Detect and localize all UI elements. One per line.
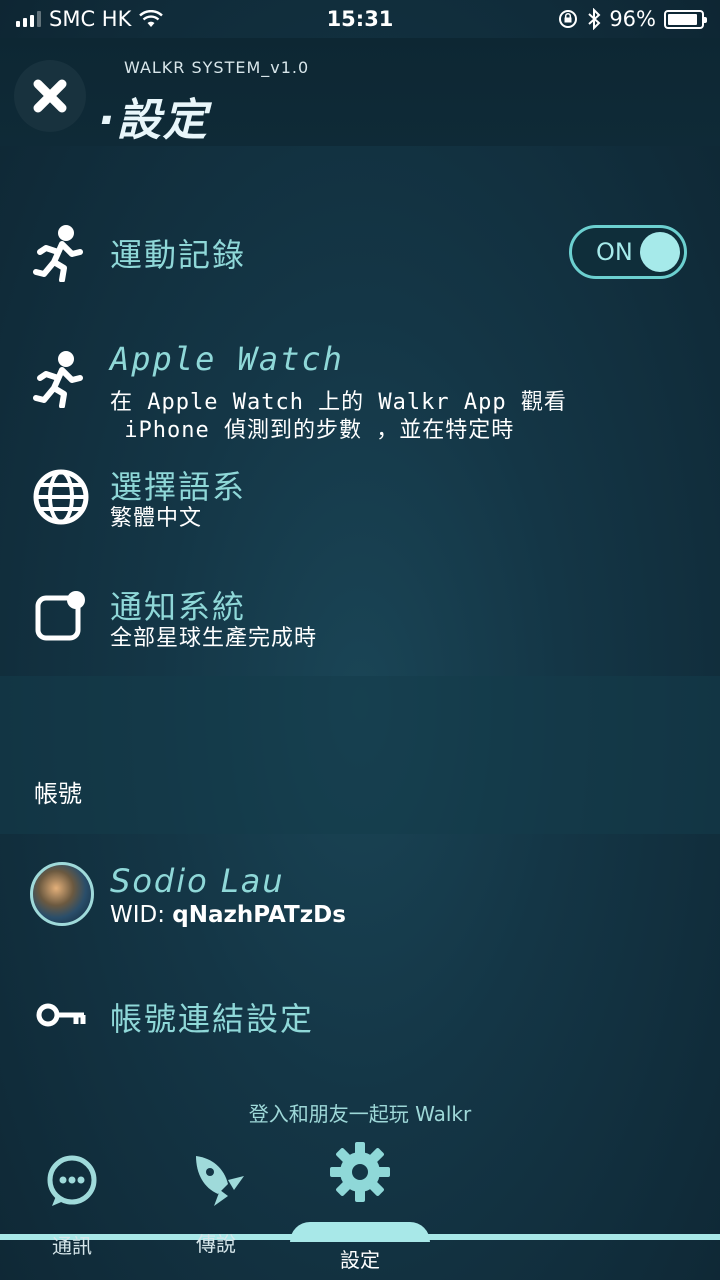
runner-icon xyxy=(33,225,83,282)
login-prompt[interactable]: 登入和朋友一起玩 Walkr xyxy=(0,1098,720,1127)
battery-icon xyxy=(664,9,707,29)
carrier-name: SMC HK xyxy=(49,7,132,31)
avatar[interactable] xyxy=(30,862,94,926)
tab-legends-label: 傳說 xyxy=(196,1232,236,1256)
battery-percent: 96% xyxy=(609,7,656,31)
notification-icon xyxy=(35,591,85,641)
rocket-icon xyxy=(196,1156,244,1206)
toggle-knob xyxy=(640,232,680,272)
close-icon xyxy=(33,79,67,113)
globe-icon xyxy=(33,469,89,525)
tab-legends[interactable]: 傳說 xyxy=(178,1140,254,1257)
page-header: WALKR SYSTEM_v1.0 ·設定 xyxy=(0,38,720,146)
account-section-title: 帳號 xyxy=(34,780,82,808)
chat-icon xyxy=(47,1155,97,1206)
gear-icon xyxy=(330,1142,390,1202)
orientation-lock-icon xyxy=(559,10,578,28)
settings-row-language[interactable]: 選擇語系 繁體中文 xyxy=(0,460,720,540)
notification-value: 全部星球生產完成時 xyxy=(110,626,318,651)
language-value: 繁體中文 xyxy=(110,506,203,531)
wid-label: WID: xyxy=(110,902,173,928)
status-time: 15:31 xyxy=(326,7,394,31)
close-button[interactable] xyxy=(14,60,86,132)
account-name: Sodio Lau xyxy=(110,862,285,900)
workout-record-label: 運動記錄 xyxy=(110,236,247,274)
settings-row-notification[interactable]: 通知系統 全部星球生產完成時 xyxy=(0,580,720,660)
account-wid: WID: qNazhPATzDs xyxy=(110,902,346,928)
settings-row-apple-watch[interactable]: Apple Watch 在 Apple Watch 上的 Walkr App 觀… xyxy=(0,338,720,448)
tab-settings[interactable]: 設定 xyxy=(320,1140,400,1273)
status-bar: SMC HK 15:31 96% xyxy=(0,0,720,38)
settings-row-account-link[interactable]: 帳號連結設定 xyxy=(0,980,720,1050)
account-link-label: 帳號連結設定 xyxy=(110,1000,315,1038)
workout-record-toggle[interactable]: ON xyxy=(569,225,687,279)
apple-watch-desc-line2: iPhone 偵測到的步數 ，並在特定時 xyxy=(110,418,515,443)
key-icon xyxy=(36,1003,86,1027)
wifi-icon xyxy=(139,10,164,27)
system-version-label: WALKR SYSTEM_v1.0 xyxy=(124,58,310,77)
apple-watch-label: Apple Watch xyxy=(110,340,344,378)
wid-value: qNazhPATzDs xyxy=(172,902,346,928)
runner-icon xyxy=(33,351,83,408)
tab-bar: 通訊 傳說 設定 xyxy=(0,1140,720,1280)
toggle-state-label: ON xyxy=(596,238,633,266)
tab-messages-label: 通訊 xyxy=(52,1234,92,1258)
status-right: 96% xyxy=(557,7,707,31)
tab-settings-label: 設定 xyxy=(340,1248,380,1272)
page-title: ·設定 xyxy=(98,95,209,146)
tab-messages[interactable]: 通訊 xyxy=(34,1140,110,1259)
section-divider xyxy=(0,676,720,834)
signal-icon xyxy=(16,11,41,27)
bluetooth-icon xyxy=(588,8,601,30)
status-left: SMC HK xyxy=(16,7,164,31)
